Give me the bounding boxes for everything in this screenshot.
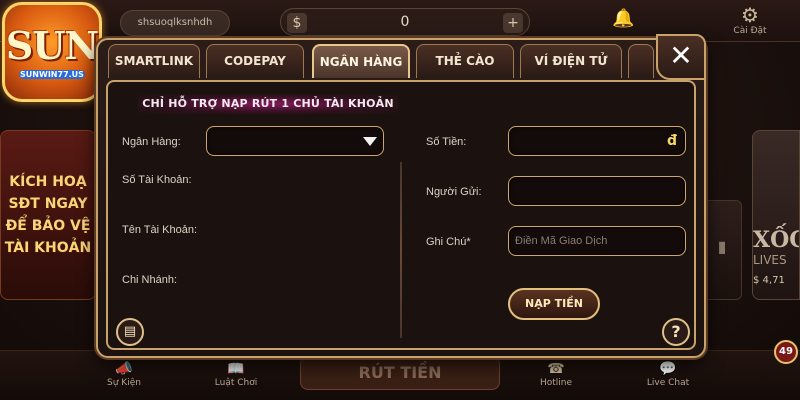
nav-label: Live Chat	[646, 378, 690, 388]
promo-banner-left[interactable]: KÍCH HOẠ SĐT NGAY ĐỂ BẢO VỆ TÀI KHOẢN	[0, 130, 96, 300]
note-input[interactable]	[509, 227, 685, 255]
balance-value: 0	[400, 14, 410, 30]
promo-line: SĐT NGAY	[8, 196, 88, 212]
account-number-label: Số Tài Khoản:	[122, 174, 192, 186]
sunwin-logo: SUN SUNWIN77.US	[2, 2, 102, 102]
nav-label: Hotline	[539, 378, 573, 388]
game-tile-xoc[interactable]: XỐC LIVES $ 4,71	[752, 130, 800, 300]
account-name-label: Tên Tài Khoản:	[122, 224, 198, 236]
nav-label: Sự Kiện	[107, 378, 141, 388]
chevron-down-icon	[363, 137, 377, 146]
logo-text: SUN	[5, 23, 99, 68]
payment-method-tabs: SMARTLINK CODEPAY NGÂN HÀNG THẺ CÀO VÍ Đ…	[108, 44, 656, 80]
game-tile-count: $ 4,71	[753, 275, 785, 286]
nav-label: Luật Chơi	[214, 378, 258, 388]
promo-line: KÍCH HOẠ	[9, 174, 87, 190]
amount-input[interactable]	[509, 127, 685, 155]
promo-line: TÀI KHOẢN	[4, 240, 92, 256]
sender-input[interactable]	[509, 177, 685, 205]
game-tile-title: XỐC	[753, 227, 799, 253]
nav-hotline[interactable]: ☎ Hotline	[516, 360, 596, 388]
tab-ewallet[interactable]: VÍ ĐIỆN TỬ	[520, 44, 622, 78]
note-label: Ghi Chú*	[426, 236, 471, 248]
book-icon: 📖	[227, 361, 245, 377]
deposit-submit-button[interactable]: NẠP TIỀN	[508, 288, 600, 320]
dollar-icon: $	[287, 13, 307, 33]
tab-card[interactable]: THẺ CÀO	[416, 44, 514, 78]
game-tile-partial[interactable]: ▮	[702, 200, 742, 300]
username-display: shsuoqlksnhdh	[120, 10, 230, 36]
sender-label: Người Gửi:	[426, 186, 482, 198]
game-tile-sub: LIVES	[753, 253, 787, 267]
amount-label: Số Tiền:	[426, 136, 467, 148]
logo-subtext: SUNWIN77.US	[19, 70, 85, 79]
promo-line: ĐỂ BẢO VỆ	[5, 218, 91, 234]
tab-smartlink[interactable]: SMARTLINK	[108, 44, 200, 78]
amount-field[interactable]: đ	[508, 126, 686, 156]
note-field[interactable]	[508, 226, 686, 256]
chat-icon: 💬	[659, 361, 677, 377]
tab-bank[interactable]: NGÂN HÀNG	[312, 44, 410, 78]
nav-live-chat[interactable]: 💬 Live Chat	[628, 360, 708, 388]
single-owner-notice: CHỈ HỖ TRỢ NẠP RÚT 1 CHỦ TÀI KHOẢN	[138, 94, 398, 114]
add-funds-button[interactable]: +	[503, 13, 523, 33]
tab-more-partial[interactable]	[628, 44, 654, 78]
phone-icon: ☎	[547, 361, 565, 377]
tab-codepay[interactable]: CODEPAY	[206, 44, 304, 78]
balance-bar: $ 0 +	[280, 8, 530, 36]
settings-label: Cài Đặt	[733, 26, 767, 36]
deposit-modal: SMARTLINK CODEPAY NGÂN HÀNG THẺ CÀO VÍ Đ…	[96, 34, 706, 358]
branch-label: Chi Nhánh:	[122, 274, 178, 286]
sender-field[interactable]	[508, 176, 686, 206]
settings-button[interactable]: ⚙ Cài Đặt	[720, 4, 780, 42]
history-icon[interactable]: ▤	[116, 318, 144, 346]
close-button[interactable]: ✕	[656, 34, 706, 80]
notification-badge[interactable]: 49	[774, 340, 798, 364]
nav-events[interactable]: 📣 Sự Kiện	[84, 360, 164, 388]
bank-select[interactable]	[206, 126, 384, 156]
megaphone-icon: 📣	[115, 361, 133, 377]
gear-icon: ⚙	[741, 3, 759, 27]
bank-label: Ngân Hàng:	[122, 136, 181, 148]
bell-icon[interactable]: 🔔	[612, 8, 634, 29]
bank-deposit-panel: CHỈ HỖ TRỢ NẠP RÚT 1 CHỦ TÀI KHOẢN Ngân …	[106, 80, 696, 350]
withdraw-button[interactable]: RÚT TIỀN	[300, 356, 500, 390]
bank-select-value[interactable]	[207, 127, 383, 155]
column-divider	[400, 162, 402, 338]
help-button[interactable]: ?	[662, 318, 690, 346]
nav-rules[interactable]: 📖 Luật Chơi	[196, 360, 276, 388]
dong-currency-symbol: đ	[666, 133, 677, 149]
